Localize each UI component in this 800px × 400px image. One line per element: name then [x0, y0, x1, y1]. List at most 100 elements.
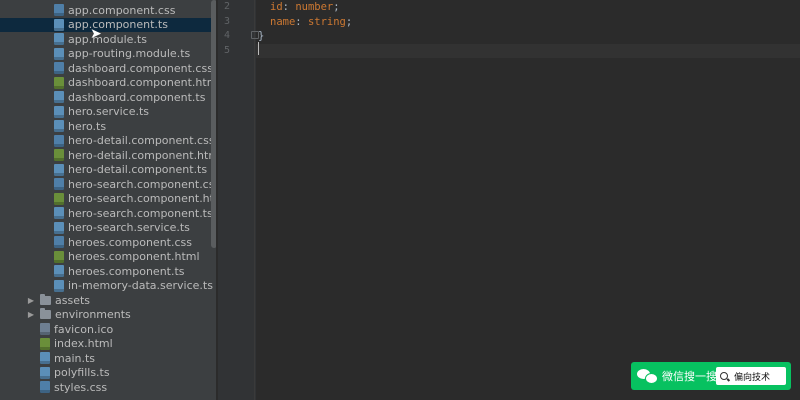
html-file-icon: [54, 76, 64, 89]
code-separator: :: [282, 1, 296, 13]
file-tree-item-label: dashboard.component.html: [68, 76, 216, 90]
folder-tree-item[interactable]: ▶ assets: [0, 293, 216, 308]
editor-gutter: [218, 0, 256, 400]
ts-file-icon: [54, 47, 64, 60]
file-tree-item[interactable]: app-routing.module.ts: [0, 47, 216, 62]
file-tree-item-label: hero.service.ts: [68, 105, 149, 119]
file-tree-item[interactable]: polyfills.ts: [0, 366, 216, 381]
text-caret: [258, 42, 259, 55]
ts-file-icon: [54, 33, 64, 46]
ts-file-icon: [40, 352, 50, 365]
code-line[interactable]: id: number;: [256, 0, 800, 15]
line-number: 4: [223, 30, 230, 41]
ts-file-icon: [54, 91, 64, 104]
ts-file-icon: [54, 105, 64, 118]
file-tree-item-label: index.html: [54, 337, 113, 351]
file-tree-item[interactable]: main.ts: [0, 351, 216, 366]
code-line[interactable]: }: [256, 29, 800, 44]
folder-icon: [40, 293, 51, 305]
ts-file-icon: [54, 18, 64, 31]
ts-file-icon: [54, 163, 64, 176]
code-property: name: [270, 15, 296, 28]
file-tree-item[interactable]: hero-detail.component.css: [0, 134, 216, 149]
wechat-icon: [637, 369, 658, 384]
mouse-pointer-icon: ➤: [90, 26, 102, 42]
file-tree-item[interactable]: hero-detail.component.ts: [0, 163, 216, 178]
file-tree-item-label: heroes.component.html: [68, 250, 200, 264]
code-punctuation: ;: [345, 15, 353, 28]
css-file-icon: [54, 134, 64, 147]
file-tree-item-label: styles.css: [54, 380, 108, 394]
file-tree-item[interactable]: hero.ts: [0, 119, 216, 134]
code-property: id: [270, 1, 283, 13]
file-tree-item-label: heroes.component.ts: [68, 264, 185, 278]
css-file-icon: [54, 236, 64, 249]
sidebar-scrollbar[interactable]: [211, 0, 216, 248]
file-tree-item[interactable]: in-memory-data.service.ts: [0, 279, 216, 294]
ts-file-icon: [54, 279, 64, 292]
expand-arrow-icon[interactable]: ▶: [26, 310, 36, 319]
file-tree-item-label: dashboard.component.css: [68, 61, 213, 75]
file-tree-item-label: hero-search.service.ts: [68, 221, 190, 235]
file-tree-item[interactable]: app.module.ts: [0, 32, 216, 47]
file-tree-item-label: hero-detail.component.html: [68, 148, 216, 162]
file-tree-item[interactable]: index.html: [0, 337, 216, 352]
line-number: 3: [223, 15, 230, 27]
expand-arrow-icon[interactable]: ▶: [26, 296, 36, 305]
folder-icon: [40, 308, 51, 320]
file-tree-item[interactable]: hero-search.component.ts: [0, 206, 216, 221]
file-tree-item-label: heroes.component.css: [68, 235, 192, 249]
css-file-icon: [40, 381, 50, 394]
file-tree-item-label: hero-search.component.css: [68, 177, 216, 191]
file-tree-item[interactable]: dashboard.component.ts: [0, 90, 216, 105]
file-tree-item[interactable]: app.component.css: [0, 3, 216, 18]
wechat-brand-text: 微信搜一搜: [662, 370, 717, 383]
css-file-icon: [54, 178, 64, 191]
wechat-search-banner[interactable]: 微信搜一搜 偏向技术: [631, 362, 791, 390]
code-separator: :: [295, 15, 308, 28]
folder-tree-item-label: environments: [55, 308, 131, 322]
line-number: 2: [223, 1, 230, 12]
code-type: string: [307, 15, 346, 28]
file-tree-item[interactable]: hero-detail.component.html: [0, 148, 216, 163]
wechat-search-box[interactable]: 偏向技术: [716, 367, 786, 385]
file-tree-item[interactable]: dashboard.component.html: [0, 76, 216, 91]
file-tree-item[interactable]: dashboard.component.css: [0, 61, 216, 76]
file-tree-item[interactable]: styles.css: [0, 380, 216, 395]
file-tree-item-label: app.component.css: [68, 3, 176, 17]
ts-file-icon: [54, 207, 64, 220]
folder-tree-item[interactable]: ▶ environments: [0, 308, 216, 323]
file-tree-item-label: hero-detail.component.ts: [68, 163, 208, 177]
html-file-icon: [54, 250, 64, 263]
file-tree-item-label: dashboard.component.ts: [68, 90, 206, 104]
gutter-divider: [254, 0, 255, 400]
file-tree-item-label: polyfills.ts: [54, 366, 110, 380]
file-tree-item-label: main.ts: [54, 351, 96, 365]
file-tree-item-label: hero-search.component.ts: [68, 206, 213, 220]
ts-file-icon: [54, 221, 64, 234]
file-tree-item[interactable]: app.component.ts: [0, 17, 216, 32]
file-tree-item[interactable]: hero-search.service.ts: [0, 221, 216, 236]
ts-file-icon: [54, 265, 64, 278]
file-tree-item[interactable]: favicon.ico: [0, 322, 216, 337]
css-file-icon: [54, 4, 64, 17]
file-tree-item[interactable]: heroes.component.ts: [0, 264, 216, 279]
file-tree-item-label: hero-detail.component.css: [68, 134, 215, 148]
code-type: number: [295, 1, 334, 13]
file-tree-item-label: app-routing.module.ts: [68, 47, 191, 61]
wechat-search-query: 偏向技术: [734, 372, 771, 383]
ts-file-icon: [40, 366, 50, 379]
ico-file-icon: [40, 323, 50, 336]
file-tree-item[interactable]: hero-search.component.css: [0, 177, 216, 192]
folder-tree-item-label: assets: [55, 293, 91, 307]
file-tree-item-label: app.module.ts: [68, 32, 147, 46]
file-tree-item[interactable]: heroes.component.css: [0, 235, 216, 250]
file-tree-item-label: hero-search.component.html: [68, 192, 216, 206]
file-tree-item-label: hero.ts: [68, 119, 107, 133]
code-line[interactable]: name: string;: [256, 15, 800, 30]
css-file-icon: [54, 62, 64, 75]
code-line[interactable]: [256, 43, 800, 58]
file-tree-item[interactable]: hero-search.component.html: [0, 192, 216, 207]
file-tree-item[interactable]: heroes.component.html: [0, 250, 216, 265]
file-tree-item[interactable]: hero.service.ts: [0, 105, 216, 120]
